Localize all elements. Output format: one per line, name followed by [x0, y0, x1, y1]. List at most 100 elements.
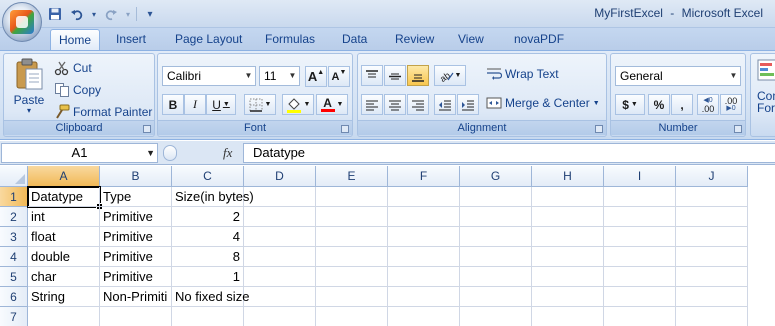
cell-a2[interactable]: int — [28, 207, 100, 227]
increase-decimal-button[interactable]: ◀0 .00 — [697, 94, 719, 115]
column-header-f[interactable]: F — [388, 166, 460, 187]
customize-icon[interactable]: ▾ — [141, 5, 159, 23]
row-header-7[interactable]: 7 — [0, 307, 28, 326]
cell-a6[interactable]: String — [28, 287, 100, 307]
fill-color-button[interactable]: ▼ — [282, 94, 314, 115]
cell-e2[interactable] — [316, 207, 388, 227]
cell-a3[interactable]: float — [28, 227, 100, 247]
tab-home[interactable]: Home — [50, 29, 101, 50]
decrease-indent-button[interactable] — [434, 94, 456, 115]
tab-review[interactable]: Review — [387, 29, 442, 50]
cell-a7[interactable] — [28, 307, 100, 326]
formula-input[interactable]: Datatype — [243, 143, 775, 163]
shrink-font-button[interactable]: A ▼ — [328, 66, 350, 87]
row-header-2[interactable]: 2 — [0, 207, 28, 227]
format-painter-button[interactable]: Format Painter — [54, 104, 152, 120]
cell-i2[interactable] — [604, 207, 676, 227]
cell-c2[interactable]: 2 — [172, 207, 244, 227]
cell-e5[interactable] — [316, 267, 388, 287]
column-header-i[interactable]: I — [604, 166, 676, 187]
cell-f5[interactable] — [388, 267, 460, 287]
underline-button[interactable]: U ▼ — [206, 94, 236, 115]
column-header-c[interactable]: C — [172, 166, 244, 187]
cell-d1[interactable] — [244, 187, 316, 207]
italic-button[interactable]: I — [184, 94, 206, 115]
font-size-select[interactable]: 11 ▼ — [259, 66, 300, 86]
cell-a1[interactable]: Datatype — [28, 187, 100, 207]
cell-g5[interactable] — [460, 267, 532, 287]
align-center-button[interactable] — [384, 94, 406, 115]
cell-a4[interactable]: double — [28, 247, 100, 267]
cell-h7[interactable] — [532, 307, 604, 326]
paste-button[interactable]: Paste ▾ — [10, 58, 48, 115]
cell-b2[interactable]: Primitive — [100, 207, 172, 227]
clipboard-dialog-launcher-icon[interactable] — [143, 125, 151, 133]
cell-f3[interactable] — [388, 227, 460, 247]
cell-f6[interactable] — [388, 287, 460, 307]
cell-b5[interactable]: Primitive — [100, 267, 172, 287]
cell-c5[interactable]: 1 — [172, 267, 244, 287]
cell-h3[interactable] — [532, 227, 604, 247]
bold-button[interactable]: B — [162, 94, 184, 115]
tab-page-layout[interactable]: Page Layout — [167, 29, 250, 50]
redo-icon[interactable] — [102, 5, 120, 23]
cell-d2[interactable] — [244, 207, 316, 227]
merge-center-button[interactable]: Merge & Center ▼ — [486, 96, 600, 110]
cell-j4[interactable] — [676, 247, 748, 267]
tab-novapdf[interactable]: novaPDF — [506, 29, 572, 50]
column-header-g[interactable]: G — [460, 166, 532, 187]
cell-j2[interactable] — [676, 207, 748, 227]
tab-insert[interactable]: Insert — [108, 29, 154, 50]
cell-i3[interactable] — [604, 227, 676, 247]
cell-f7[interactable] — [388, 307, 460, 326]
cell-e6[interactable] — [316, 287, 388, 307]
align-left-button[interactable] — [361, 94, 383, 115]
select-all-button[interactable] — [0, 166, 28, 187]
cell-f4[interactable] — [388, 247, 460, 267]
column-header-h[interactable]: H — [532, 166, 604, 187]
office-button[interactable] — [2, 2, 42, 42]
cell-b7[interactable] — [100, 307, 172, 326]
increase-indent-button[interactable] — [457, 94, 479, 115]
cell-j7[interactable] — [676, 307, 748, 326]
cell-b4[interactable]: Primitive — [100, 247, 172, 267]
font-family-select[interactable]: Calibri ▼ — [162, 66, 256, 86]
row-header-1[interactable]: 1 — [0, 187, 28, 207]
worksheet-grid[interactable]: ABCDEFGHIJ 1234567 Datatype Type Size(in b… — [0, 166, 775, 326]
grow-font-button[interactable]: A ▲ — [305, 66, 327, 87]
align-right-button[interactable] — [407, 94, 429, 115]
row-header-4[interactable]: 4 — [0, 247, 28, 267]
undo-icon[interactable] — [68, 5, 86, 23]
redo-dropdown-icon[interactable]: ▾ — [124, 5, 132, 23]
cut-button[interactable]: Cut — [54, 60, 92, 76]
cell-d3[interactable] — [244, 227, 316, 247]
cell-h6[interactable] — [532, 287, 604, 307]
cell-g6[interactable] — [460, 287, 532, 307]
cell-c7[interactable] — [172, 307, 244, 326]
cell-j1[interactable] — [676, 187, 748, 207]
cell-e4[interactable] — [316, 247, 388, 267]
cell-e3[interactable] — [316, 227, 388, 247]
cell-h5[interactable] — [532, 267, 604, 287]
cell-i1[interactable] — [604, 187, 676, 207]
cell-i7[interactable] — [604, 307, 676, 326]
cell-h1[interactable] — [532, 187, 604, 207]
cell-c4[interactable]: 8 — [172, 247, 244, 267]
copy-button[interactable]: Copy — [54, 82, 101, 98]
cell-j3[interactable] — [676, 227, 748, 247]
font-dialog-launcher-icon[interactable] — [341, 125, 349, 133]
currency-button[interactable]: $ ▼ — [615, 94, 645, 115]
row-header-3[interactable]: 3 — [0, 227, 28, 247]
cell-g1[interactable] — [460, 187, 532, 207]
cell-d7[interactable] — [244, 307, 316, 326]
orientation-button[interactable]: ab ▼ — [434, 65, 466, 86]
cell-f2[interactable] — [388, 207, 460, 227]
cell-c3[interactable]: 4 — [172, 227, 244, 247]
column-header-d[interactable]: D — [244, 166, 316, 187]
borders-button[interactable]: ▼ — [244, 94, 276, 115]
cell-b3[interactable]: Primitive — [100, 227, 172, 247]
cell-i5[interactable] — [604, 267, 676, 287]
insert-function-button[interactable]: fx — [223, 143, 232, 163]
row-header-5[interactable]: 5 — [0, 267, 28, 287]
cell-c1[interactable]: Size(in bytes) — [172, 187, 254, 207]
